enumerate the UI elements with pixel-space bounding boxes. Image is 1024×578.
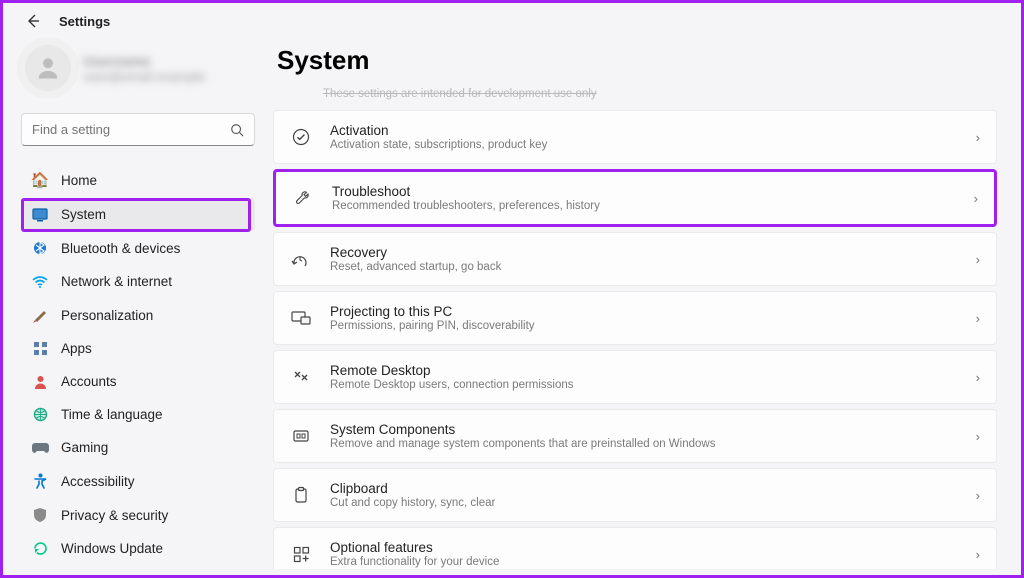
chevron-right-icon: ›	[974, 191, 978, 206]
nav-label: System	[61, 207, 106, 222]
chevron-right-icon: ›	[976, 429, 980, 444]
nav-label: Accessibility	[61, 474, 135, 489]
chevron-right-icon: ›	[976, 488, 980, 503]
card-desc: Remove and manage system components that…	[330, 438, 715, 450]
chevron-right-icon: ›	[976, 547, 980, 562]
nav-label: Accounts	[61, 374, 117, 389]
card-desc: Remote Desktop users, connection permiss…	[330, 379, 574, 391]
card-desc: Permissions, pairing PIN, discoverabilit…	[330, 320, 535, 332]
clipboard-icon	[290, 486, 312, 504]
card-desc: Cut and copy history, sync, clear	[330, 497, 495, 509]
nav-system[interactable]: System	[21, 198, 255, 231]
nav-label: Apps	[61, 341, 92, 356]
card-desc: Reset, advanced startup, go back	[330, 261, 501, 273]
accounts-icon	[31, 374, 49, 389]
settings-list: Activation Activation state, subscriptio…	[273, 110, 1011, 569]
nav-label: Windows Update	[61, 541, 163, 556]
update-icon	[31, 541, 49, 556]
card-optional-features[interactable]: Optional features Extra functionality fo…	[273, 527, 997, 569]
search-icon	[230, 123, 244, 137]
card-activation[interactable]: Activation Activation state, subscriptio…	[273, 110, 997, 164]
nav-accessibility[interactable]: Accessibility	[21, 464, 255, 498]
gaming-icon	[31, 442, 49, 454]
card-clipboard[interactable]: Clipboard Cut and copy history, sync, cl…	[273, 468, 997, 522]
card-projecting[interactable]: Projecting to this PC Permissions, pairi…	[273, 291, 997, 345]
system-icon	[31, 208, 49, 222]
shield-icon	[31, 507, 49, 523]
nav-time-language[interactable]: Time & language	[21, 398, 255, 431]
nav-list: 🏠 Home System Bluetooth & devices Netw	[21, 162, 255, 565]
card-desc: Extra functionality for your device	[330, 556, 499, 568]
nav-gaming[interactable]: Gaming	[21, 431, 255, 464]
chevron-right-icon: ›	[976, 130, 980, 145]
card-title: Activation	[330, 123, 547, 138]
card-desc: Activation state, subscriptions, product…	[330, 139, 547, 151]
page-title: System	[273, 37, 1011, 84]
nav-privacy[interactable]: Privacy & security	[21, 498, 255, 532]
remote-desktop-icon	[290, 369, 312, 385]
card-system-components[interactable]: System Components Remove and manage syst…	[273, 409, 997, 463]
brush-icon	[31, 307, 49, 323]
main-content: System These settings are intended for d…	[273, 37, 1021, 569]
globe-clock-icon	[31, 407, 49, 422]
profile-text: Username user@email.example	[83, 53, 205, 84]
accessibility-icon	[31, 473, 49, 489]
card-title: Clipboard	[330, 481, 495, 496]
nav-label: Gaming	[61, 440, 108, 455]
profile-block[interactable]: Username user@email.example	[21, 37, 255, 105]
card-recovery[interactable]: Recovery Reset, advanced startup, go bac…	[273, 232, 997, 286]
card-title: Remote Desktop	[330, 363, 574, 378]
card-title: Troubleshoot	[332, 184, 600, 199]
nav-personalization[interactable]: Personalization	[21, 298, 255, 332]
wrench-icon	[292, 189, 314, 207]
search-input-wrap[interactable]	[21, 113, 255, 146]
nav-network[interactable]: Network & internet	[21, 265, 255, 298]
bluetooth-icon	[31, 240, 49, 256]
nav-label: Network & internet	[61, 274, 172, 289]
nav-label: Time & language	[61, 407, 163, 422]
components-icon	[290, 428, 312, 444]
truncated-prev-desc: These settings are intended for developm…	[273, 84, 1011, 106]
home-icon: 🏠	[31, 171, 49, 189]
nav-windows-update[interactable]: Windows Update	[21, 532, 255, 565]
chevron-right-icon: ›	[976, 252, 980, 267]
nav-label: Home	[61, 173, 97, 188]
recovery-icon	[290, 251, 312, 267]
app-title: Settings	[59, 14, 110, 29]
card-title: Optional features	[330, 540, 499, 555]
wifi-icon	[31, 275, 49, 289]
sidebar: Username user@email.example 🏠 Home Syste…	[3, 37, 273, 569]
card-title: Projecting to this PC	[330, 304, 535, 319]
card-remote-desktop[interactable]: Remote Desktop Remote Desktop users, con…	[273, 350, 997, 404]
card-title: System Components	[330, 422, 715, 437]
nav-label: Personalization	[61, 308, 153, 323]
card-title: Recovery	[330, 245, 501, 260]
card-troubleshoot[interactable]: Troubleshoot Recommended troubleshooters…	[273, 169, 997, 227]
apps-icon	[31, 341, 49, 356]
nav-apps[interactable]: Apps	[21, 332, 255, 365]
nav-accounts[interactable]: Accounts	[21, 365, 255, 398]
nav-bluetooth[interactable]: Bluetooth & devices	[21, 231, 255, 265]
projecting-icon	[290, 310, 312, 326]
chevron-right-icon: ›	[976, 311, 980, 326]
back-button[interactable]	[25, 13, 41, 29]
check-circle-icon	[290, 128, 312, 146]
nav-label: Privacy & security	[61, 508, 168, 523]
avatar	[25, 45, 71, 91]
search-input[interactable]	[32, 122, 230, 137]
nav-label: Bluetooth & devices	[61, 241, 180, 256]
card-desc: Recommended troubleshooters, preferences…	[332, 200, 600, 212]
chevron-right-icon: ›	[976, 370, 980, 385]
nav-home[interactable]: 🏠 Home	[21, 162, 255, 198]
optional-features-icon	[290, 546, 312, 563]
